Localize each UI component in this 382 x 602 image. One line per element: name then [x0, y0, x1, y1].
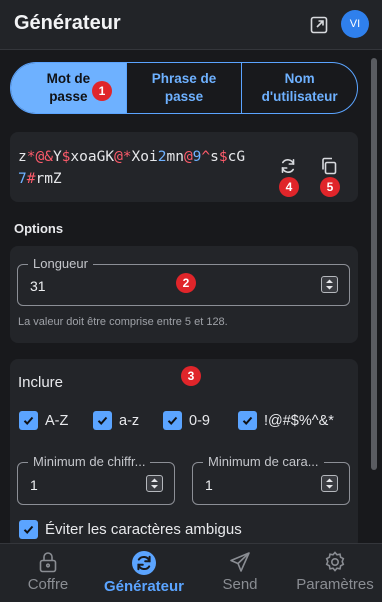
- length-label: Longueur: [28, 256, 93, 271]
- password-segment: s: [210, 149, 219, 165]
- password-segment: @: [183, 149, 193, 165]
- length-stepper[interactable]: [321, 276, 338, 293]
- check-icon[interactable]: [19, 520, 38, 539]
- nav-generator[interactable]: Générateur: [94, 544, 194, 602]
- avatar[interactable]: VI: [341, 10, 369, 38]
- length-hint: La valeur doit être comprise entre 5 et …: [18, 316, 228, 328]
- check-icon[interactable]: [238, 411, 257, 430]
- include-card: Inclure A-Z a-z 0-9 !@#$%^&* Minimum de …: [10, 359, 358, 549]
- password-segment: z: [18, 149, 27, 165]
- checkbox-uppercase-label: A-Z: [45, 412, 69, 429]
- password-segment: xoaGK: [70, 149, 115, 165]
- nav-send-label: Send: [222, 576, 258, 593]
- min-special-input[interactable]: 1: [205, 477, 213, 493]
- password-line: z*@&Y$xoaGK@*Xoi2mn@9^s$cG: [18, 146, 278, 168]
- checkbox-uppercase[interactable]: A-Z: [19, 411, 68, 430]
- nav-settings-label: Paramètres: [296, 576, 374, 593]
- checkbox-numbers-label: 0-9: [189, 412, 210, 429]
- nav-generator-label: Générateur: [103, 578, 185, 595]
- page-title: Générateur: [14, 12, 121, 34]
- length-input[interactable]: 31: [30, 278, 46, 294]
- bottom-nav: Coffre Générateur Send Paramètres: [0, 543, 382, 602]
- password-segment: Y: [52, 149, 62, 165]
- badge-3: 3: [181, 366, 201, 386]
- popout-icon[interactable]: [309, 15, 329, 35]
- vault-lock-icon: [39, 552, 57, 573]
- length-card: Longueur 31 La valeur doit être comprise…: [10, 246, 358, 343]
- send-paper-plane-icon: [230, 552, 250, 572]
- nav-vault[interactable]: Coffre: [8, 544, 88, 602]
- password-segment: $: [218, 149, 228, 165]
- option-passphrase-label: Phrase de passe: [151, 70, 217, 104]
- checkbox-special-label: !@#$%^&*: [264, 412, 334, 429]
- settings-gear-icon: [325, 551, 345, 572]
- password-segment: ^: [201, 149, 211, 165]
- password-line: 7#rmZ: [18, 168, 278, 190]
- generator-type-selector: Mot de passe Phrase de passe Nom d'utili…: [10, 62, 358, 114]
- badge-5: 5: [320, 177, 340, 197]
- badge-4: 4: [279, 177, 299, 197]
- generator-refresh-icon: [132, 551, 156, 575]
- password-segment: 7: [18, 171, 27, 187]
- check-icon[interactable]: [93, 411, 112, 430]
- checkbox-lowercase[interactable]: a-z: [93, 411, 139, 430]
- min-special-field[interactable]: Minimum de cara... 1: [192, 454, 350, 505]
- min-special-stepper[interactable]: [321, 475, 338, 492]
- refresh-icon[interactable]: [278, 156, 298, 176]
- check-icon[interactable]: [163, 411, 182, 430]
- min-numbers-field[interactable]: Minimum de chiffr... 1: [17, 454, 175, 505]
- min-numbers-input[interactable]: 1: [30, 477, 38, 493]
- option-passphrase[interactable]: Phrase de passe: [125, 63, 242, 113]
- min-numbers-stepper[interactable]: [146, 475, 163, 492]
- nav-vault-label: Coffre: [27, 576, 69, 593]
- nav-send[interactable]: Send: [200, 544, 280, 602]
- generated-password: z*@&Y$xoaGK@*Xoi2mn@9^s$cG 7#rmZ: [18, 146, 278, 190]
- checkbox-numbers[interactable]: 0-9: [163, 411, 210, 430]
- password-segment: cG: [227, 149, 246, 165]
- badge-1: 1: [92, 81, 112, 101]
- password-segment: @*: [114, 149, 132, 165]
- password-segment: rmZ: [35, 171, 62, 187]
- app-header: Générateur VI: [0, 0, 382, 50]
- checkbox-avoid-ambiguous[interactable]: Éviter les caractères ambigus: [19, 520, 242, 539]
- option-username-label: Nom d'utilisateur: [261, 70, 338, 104]
- min-special-label: Minimum de cara...: [203, 454, 324, 469]
- checkbox-special[interactable]: !@#$%^&*: [238, 411, 334, 430]
- scrollbar-thumb[interactable]: [371, 58, 377, 470]
- nav-settings[interactable]: Paramètres: [288, 544, 382, 602]
- password-segment: *@&: [26, 149, 53, 165]
- min-numbers-label: Minimum de chiffr...: [28, 454, 151, 469]
- options-section-title: Options: [14, 221, 64, 236]
- badge-2: 2: [176, 273, 196, 293]
- check-icon[interactable]: [19, 411, 38, 430]
- checkbox-lowercase-label: a-z: [119, 412, 140, 429]
- copy-icon[interactable]: [319, 156, 339, 176]
- password-segment: mn: [166, 149, 184, 165]
- password-segment: Xoi: [131, 149, 158, 165]
- checkbox-avoid-ambiguous-label: Éviter les caractères ambigus: [45, 521, 242, 538]
- generated-password-card: z*@&Y$xoaGK@*Xoi2mn@9^s$cG 7#rmZ: [10, 132, 358, 202]
- option-username[interactable]: Nom d'utilisateur: [241, 63, 357, 113]
- include-title: Inclure: [18, 374, 64, 391]
